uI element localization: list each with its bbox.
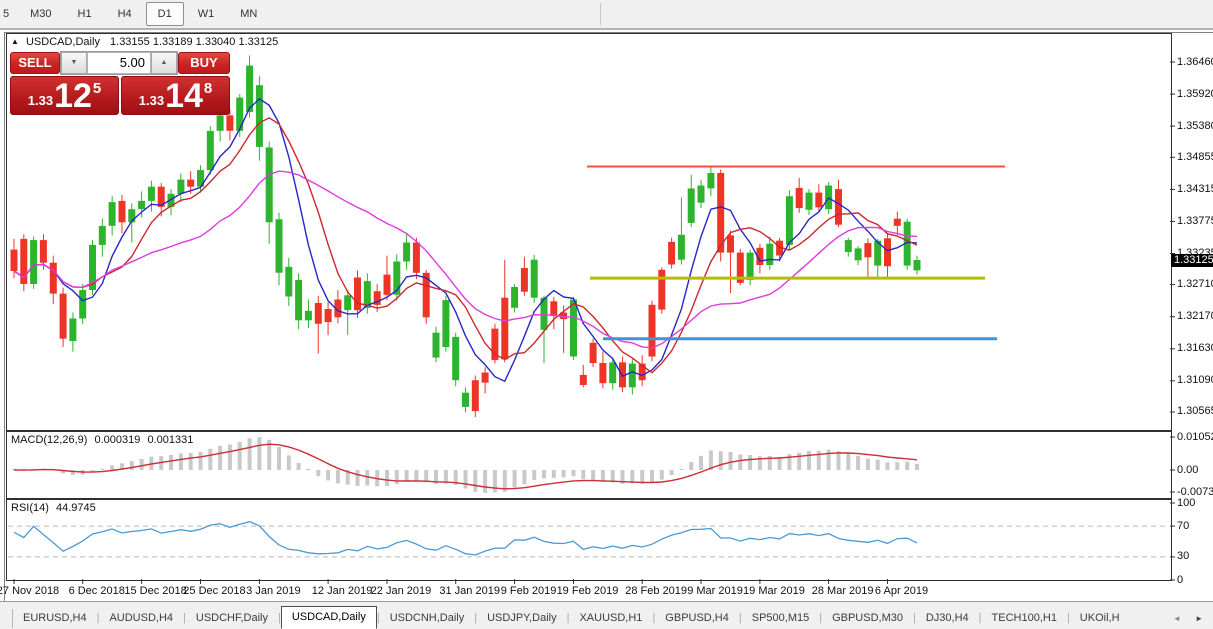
sell-price-big: 12 <box>54 79 92 113</box>
tab-tech100-h1[interactable]: TECH100,H1 <box>982 609 1067 628</box>
chevron-up-icon: ▲ <box>161 59 168 66</box>
price-axis-label: 1.35920 <box>1177 88 1213 100</box>
chart-tab-bar: EURUSD,H4|AUDUSD,H4|USDCHF,Daily|USDCAD,… <box>0 601 1213 629</box>
macd-name: MACD(12,26,9) <box>11 434 87 446</box>
rsi-label: RSI(14) 44.9745 <box>11 502 96 514</box>
buy-price-big: 14 <box>165 79 203 113</box>
macd-axis-label: 0.00 <box>1177 464 1198 476</box>
price-axis-label: 1.32170 <box>1177 310 1213 322</box>
tab-dj30-h4[interactable]: DJ30,H4 <box>916 609 979 628</box>
application-window: 5M30H1H4D1W1MN ▲ USDCAD,Daily 1.33155 1.… <box>0 0 1213 629</box>
tab-ukoil-h[interactable]: UKOil,H <box>1070 609 1130 628</box>
collapse-arrow-icon[interactable]: ▲ <box>11 37 19 46</box>
buy-price-base: 1.33 <box>139 93 164 108</box>
tab-eurusd-h4[interactable]: EURUSD,H4 <box>13 609 97 628</box>
price-axis-label: 1.33775 <box>1177 215 1213 227</box>
current-price-tag: 1.33125 <box>1171 254 1213 267</box>
tab-usdcnh-daily[interactable]: USDCNH,Daily <box>380 609 475 628</box>
rsi-axis-label: 70 <box>1177 520 1189 532</box>
chart-symbol-label: USDCAD,Daily <box>26 36 100 48</box>
sell-price-base: 1.33 <box>28 93 53 108</box>
macd-signal-value: 0.001331 <box>147 434 193 446</box>
price-axis-label: 1.35380 <box>1177 120 1213 132</box>
price-axis-label: 1.30565 <box>1177 405 1213 417</box>
chart-tabs: EURUSD,H4|AUDUSD,H4|USDCHF,Daily|USDCAD,… <box>13 606 1130 629</box>
chevron-down-icon: ▼ <box>71 59 78 66</box>
buy-price-box[interactable]: 1.33 14 8 <box>121 76 230 115</box>
price-axis-label: 1.36460 <box>1177 56 1213 68</box>
rsi-name: RSI(14) <box>11 502 49 514</box>
tab-scroll-arrows: ◄ ► <box>1173 614 1209 623</box>
sell-price-sup: 5 <box>93 80 101 97</box>
sell-price-box[interactable]: 1.33 12 5 <box>10 76 119 115</box>
volume-spinbox: ▼ 5.00 ▲ <box>60 51 178 75</box>
date-axis-label: 6 Apr 2019 <box>860 585 944 597</box>
price-axis-label: 1.31630 <box>1177 342 1213 354</box>
buy-price-sup: 8 <box>204 80 212 97</box>
tab-gbpusd-m30[interactable]: GBPUSD,M30 <box>822 609 913 628</box>
buy-button[interactable]: BUY <box>178 52 230 74</box>
tab-sp500-m15[interactable]: SP500,M15 <box>742 609 819 628</box>
volume-input[interactable]: 5.00 <box>87 52 151 74</box>
rsi-axis-label: 30 <box>1177 550 1189 562</box>
tab-scroll-left-button[interactable]: ◄ <box>1173 614 1187 623</box>
tab-usdjpy-daily[interactable]: USDJPY,Daily <box>477 609 567 628</box>
tab-usdcad-daily[interactable]: USDCAD,Daily <box>281 606 377 629</box>
tabbar-left-edge <box>0 609 13 628</box>
price-axis-label: 1.34315 <box>1177 183 1213 195</box>
volume-increase-button[interactable]: ▲ <box>151 52 177 74</box>
tab-usdchf-daily[interactable]: USDCHF,Daily <box>186 609 278 628</box>
tab-xauusd-h1[interactable]: XAUUSD,H1 <box>569 609 652 628</box>
rsi-axis-label: 0 <box>1177 574 1183 586</box>
price-axis-label: 1.31090 <box>1177 374 1213 386</box>
volume-decrease-button[interactable]: ▼ <box>61 52 87 74</box>
price-axis-label: 1.34855 <box>1177 151 1213 163</box>
rsi-axis-label: 100 <box>1177 497 1195 509</box>
rsi-value: 44.9745 <box>56 502 96 514</box>
tab-audusd-h4[interactable]: AUDUSD,H4 <box>99 609 183 628</box>
macd-axis-label: 0.010525 <box>1177 431 1213 443</box>
tab-scroll-right-button[interactable]: ► <box>1195 614 1209 623</box>
sell-button[interactable]: SELL <box>10 52 60 74</box>
macd-label: MACD(12,26,9) 0.000319 0.001331 <box>11 434 193 446</box>
chart-header: ▲ USDCAD,Daily 1.33155 1.33189 1.33040 1… <box>11 36 278 48</box>
price-axis-label: 1.32710 <box>1177 278 1213 290</box>
macd-main-value: 0.000319 <box>94 434 140 446</box>
tab-gbpusd-h4[interactable]: GBPUSD,H4 <box>655 609 739 628</box>
chart-ohlc-values: 1.33155 1.33189 1.33040 1.33125 <box>110 36 278 48</box>
